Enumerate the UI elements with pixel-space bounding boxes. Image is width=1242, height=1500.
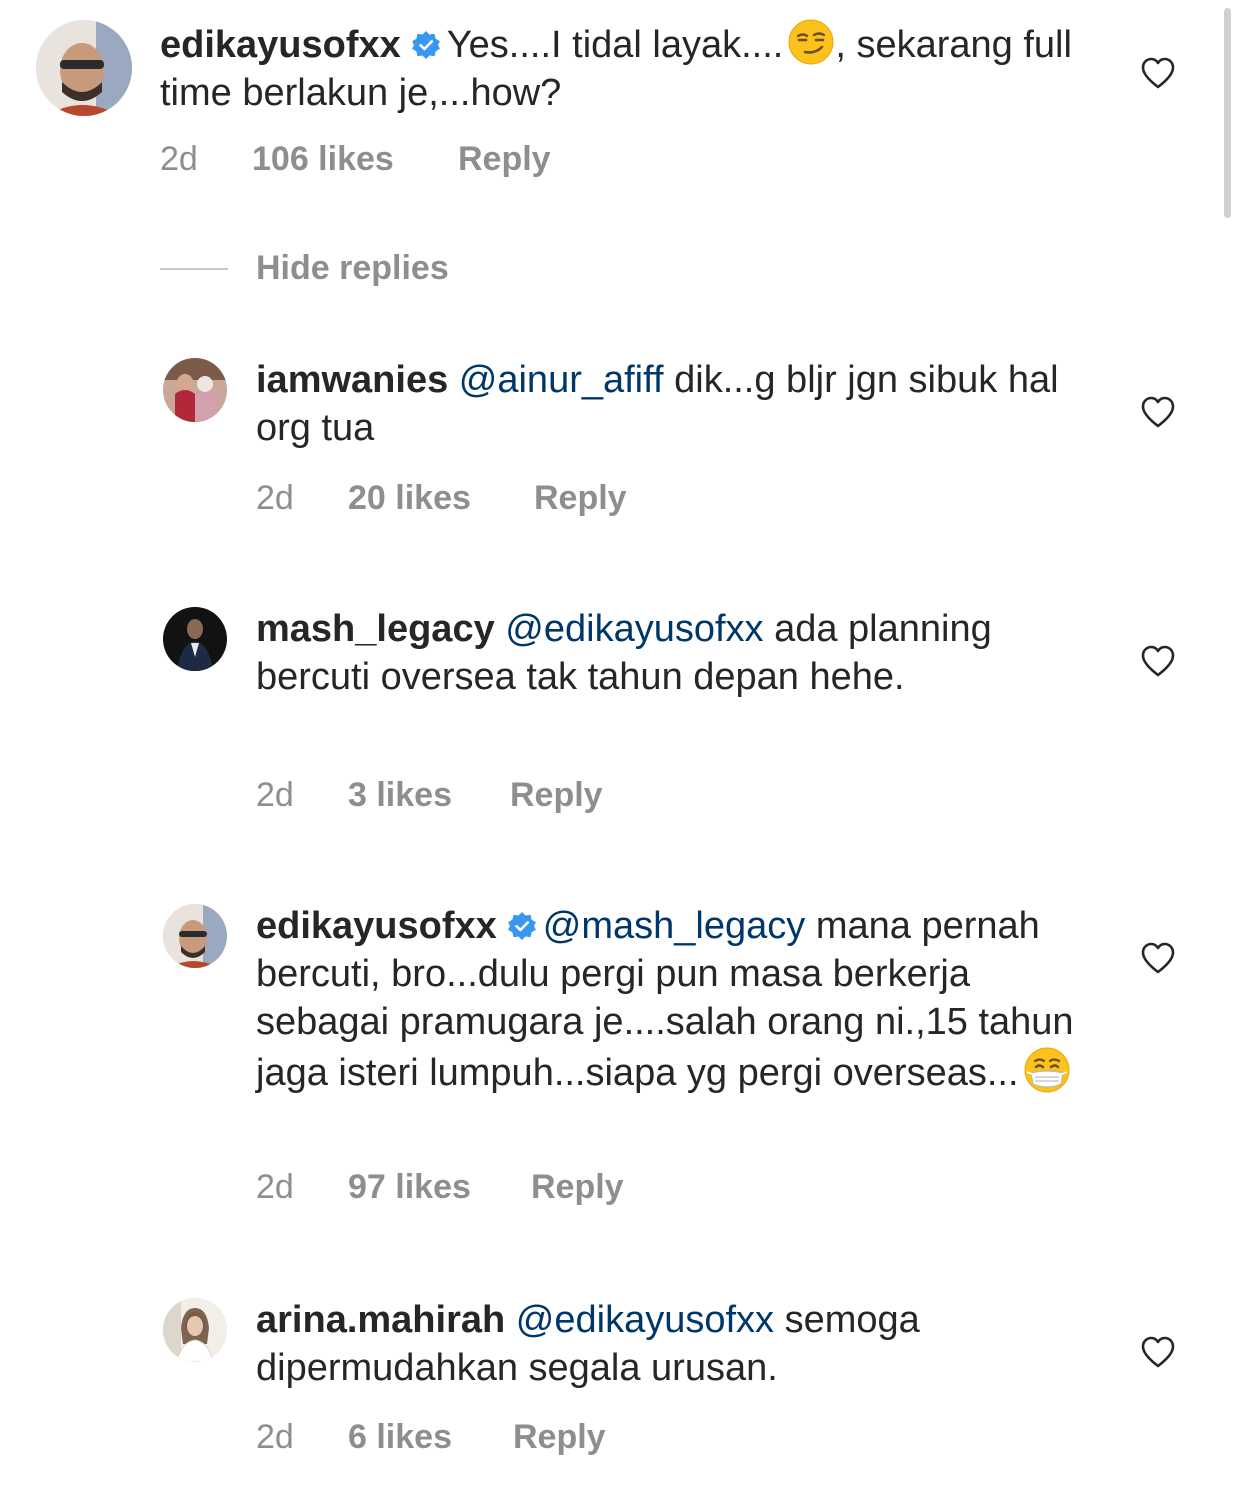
reply-button[interactable]: Reply bbox=[534, 478, 627, 518]
likes-count[interactable]: 106 likes bbox=[252, 139, 394, 179]
mention-link[interactable]: @edikayusofxx bbox=[516, 1299, 774, 1341]
likes-count[interactable]: 6 likes bbox=[348, 1417, 452, 1457]
avatar[interactable] bbox=[163, 358, 227, 422]
comment-body: iamwanies @ainur_afiff dik...g bljr jgn … bbox=[256, 356, 1096, 452]
heart-outline-icon[interactable] bbox=[1140, 56, 1176, 90]
username[interactable]: arina.mahirah bbox=[256, 1299, 505, 1341]
heart-outline-icon[interactable] bbox=[1140, 644, 1176, 678]
mention-link[interactable]: @edikayusofxx bbox=[505, 608, 763, 650]
comments-thread: edikayusofxx Yes....I tidal layak...., se… bbox=[0, 0, 1242, 1500]
avatar[interactable] bbox=[163, 1298, 227, 1362]
heart-outline-icon[interactable] bbox=[1140, 1335, 1176, 1369]
heart-outline-icon[interactable] bbox=[1140, 941, 1176, 975]
comment-meta: 2d 97 likes Reply bbox=[256, 1167, 676, 1207]
smirking-face-icon bbox=[787, 18, 835, 66]
scrollbar[interactable] bbox=[1224, 8, 1231, 218]
comment-text: Yes....I tidal layak.... bbox=[446, 24, 784, 66]
timestamp: 2d bbox=[256, 1418, 294, 1456]
reply-button[interactable]: Reply bbox=[510, 775, 603, 815]
mention-link[interactable]: @ainur_afiff bbox=[459, 359, 664, 401]
reply-button[interactable]: Reply bbox=[513, 1417, 606, 1457]
avatar[interactable] bbox=[163, 607, 227, 671]
likes-count[interactable]: 97 likes bbox=[348, 1167, 471, 1207]
likes-count[interactable]: 20 likes bbox=[348, 478, 471, 518]
reply-button[interactable]: Reply bbox=[458, 139, 551, 179]
timestamp: 2d bbox=[256, 479, 294, 517]
comment-body: edikayusofxx @mash_legacy mana pernah ber… bbox=[256, 902, 1096, 1097]
heart-outline-icon[interactable] bbox=[1140, 395, 1176, 429]
username[interactable]: edikayusofxx bbox=[256, 905, 497, 947]
avatar[interactable] bbox=[163, 904, 227, 968]
timestamp: 2d bbox=[256, 776, 294, 814]
avatar[interactable] bbox=[36, 20, 132, 116]
username[interactable]: edikayusofxx bbox=[160, 24, 401, 66]
timestamp: 2d bbox=[160, 140, 198, 178]
timestamp: 2d bbox=[256, 1168, 294, 1206]
hide-replies-label[interactable]: Hide replies bbox=[256, 248, 449, 288]
comment-meta: 2d 6 likes Reply bbox=[256, 1417, 676, 1457]
verified-badge-icon bbox=[411, 30, 441, 60]
likes-count[interactable]: 3 likes bbox=[348, 775, 452, 815]
face-with-medical-mask-icon bbox=[1023, 1046, 1071, 1094]
username[interactable]: iamwanies bbox=[256, 359, 448, 401]
username[interactable]: mash_legacy bbox=[256, 608, 495, 650]
comment-body: edikayusofxx Yes....I tidal layak...., se… bbox=[160, 18, 1100, 117]
verified-badge-icon bbox=[507, 911, 537, 941]
comment-body: arina.mahirah @edikayusofxx semoga diper… bbox=[256, 1296, 1096, 1392]
comment-meta: 2d 3 likes Reply bbox=[256, 775, 676, 815]
comment-body: mash_legacy @edikayusofxx ada planning b… bbox=[256, 605, 1096, 701]
mention-link[interactable]: @mash_legacy bbox=[543, 905, 805, 947]
reply-button[interactable]: Reply bbox=[531, 1167, 624, 1207]
comment-meta: 2d 20 likes Reply bbox=[256, 478, 676, 518]
comment-meta: 2d 106 likes Reply bbox=[160, 139, 660, 179]
divider bbox=[160, 268, 228, 270]
